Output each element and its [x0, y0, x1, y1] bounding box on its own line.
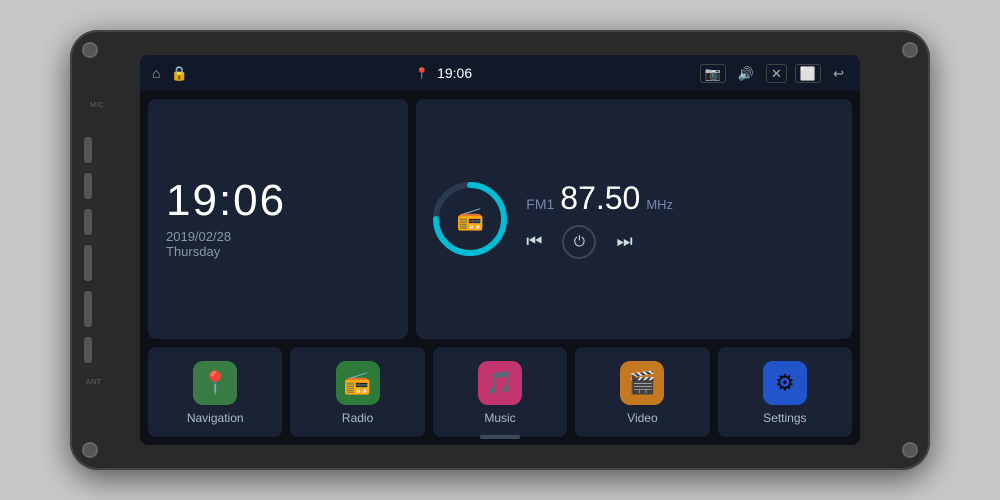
home-button[interactable] [84, 173, 92, 199]
clock-time: 19:06 [166, 179, 390, 223]
vol-down-button[interactable] [84, 291, 92, 327]
status-right: 📷 🔊 ✕ ⬜ ↩ [700, 64, 848, 83]
radio-label: Radio [342, 411, 373, 425]
clock-day: Thursday [166, 244, 220, 259]
volume-icon[interactable]: 🔊 [734, 65, 758, 82]
prev-track-button[interactable]: ⏮ [526, 231, 542, 252]
radio-frequency: 87.50 [560, 180, 640, 217]
radio-widget: 📻 FM1 87.50 MHz ⏮ ⏻ ⏭ [416, 99, 852, 339]
location-icon: 📍 [415, 67, 429, 80]
screw-br [902, 442, 918, 458]
main-content: 19:06 2019/02/28 Thursday [140, 91, 860, 445]
back-nav-icon[interactable]: ↩ [829, 65, 848, 82]
radio-circle: 📻 [430, 179, 510, 259]
radio-band: FM1 [526, 196, 554, 212]
ant-label: ANT [86, 379, 102, 386]
home-status-icon[interactable]: ⌂ [152, 65, 160, 81]
vol-up-button[interactable] [84, 245, 92, 281]
navigation-icon-wrap: 📍 [193, 361, 237, 405]
radio-info: FM1 87.50 MHz ⏮ ⏻ ⏭ [526, 180, 838, 259]
mute-icon[interactable]: ✕ [766, 64, 787, 83]
settings-label: Settings [763, 411, 806, 425]
status-time: 19:06 [437, 65, 472, 81]
music-icon-wrap: 🎵 [478, 361, 522, 405]
power-button[interactable] [84, 137, 92, 163]
app-navigation[interactable]: 📍 Navigation [148, 347, 282, 437]
radio-unit: MHz [646, 197, 673, 212]
music-icon: 🎵 [486, 370, 513, 396]
car-unit: MIC ANT ⌂ 🔒 📍 19:06 📷 🔊 ✕ ⬜ ↩ [70, 30, 930, 470]
screw-tr [902, 42, 918, 58]
app-radio[interactable]: 📻 Radio [290, 347, 424, 437]
ant-button[interactable] [84, 337, 92, 363]
radio-controls: ⏮ ⏻ ⏭ [526, 225, 838, 259]
status-center: 📍 19:06 [415, 65, 472, 81]
radio-icon-wrap: 📻 [336, 361, 380, 405]
status-left: ⌂ 🔒 [152, 65, 188, 82]
clock-date-value: 2019/02/28 [166, 229, 231, 244]
radio-freq-row: FM1 87.50 MHz [526, 180, 838, 217]
video-label: Video [627, 411, 657, 425]
window-icon[interactable]: ⬜ [795, 64, 821, 83]
camera-icon[interactable]: 📷 [700, 64, 726, 83]
navigation-label: Navigation [187, 411, 244, 425]
radio-power-button[interactable]: ⏻ [562, 225, 596, 259]
video-icon-wrap: 🎬 [620, 361, 664, 405]
screw-bl [82, 442, 98, 458]
screen: ⌂ 🔒 📍 19:06 📷 🔊 ✕ ⬜ ↩ 19:06 [140, 55, 860, 445]
settings-icon: ⚙ [775, 370, 795, 396]
music-label: Music [484, 411, 515, 425]
app-video[interactable]: 🎬 Video [575, 347, 709, 437]
app-music[interactable]: 🎵 Music [433, 347, 567, 437]
next-track-button[interactable]: ⏭ [616, 231, 632, 252]
app-settings[interactable]: ⚙ Settings [718, 347, 852, 437]
lock-status-icon: 🔒 [170, 65, 187, 82]
side-buttons [84, 137, 92, 363]
screw-tl [82, 42, 98, 58]
app-grid: 📍 Navigation 📻 Radio 🎵 Music [148, 347, 852, 437]
status-bar: ⌂ 🔒 📍 19:06 📷 🔊 ✕ ⬜ ↩ [140, 55, 860, 91]
clock-widget: 19:06 2019/02/28 Thursday [148, 99, 408, 339]
bottom-indicator [480, 435, 520, 439]
radio-icon: 📻 [457, 206, 484, 232]
radio-app-icon: 📻 [344, 370, 371, 396]
video-icon: 🎬 [629, 370, 656, 396]
navigation-icon: 📍 [202, 370, 229, 396]
mic-label: MIC [90, 102, 104, 109]
settings-icon-wrap: ⚙ [763, 361, 807, 405]
back-button[interactable] [84, 209, 92, 235]
top-section: 19:06 2019/02/28 Thursday [148, 99, 852, 339]
clock-date: 2019/02/28 Thursday [166, 229, 390, 259]
